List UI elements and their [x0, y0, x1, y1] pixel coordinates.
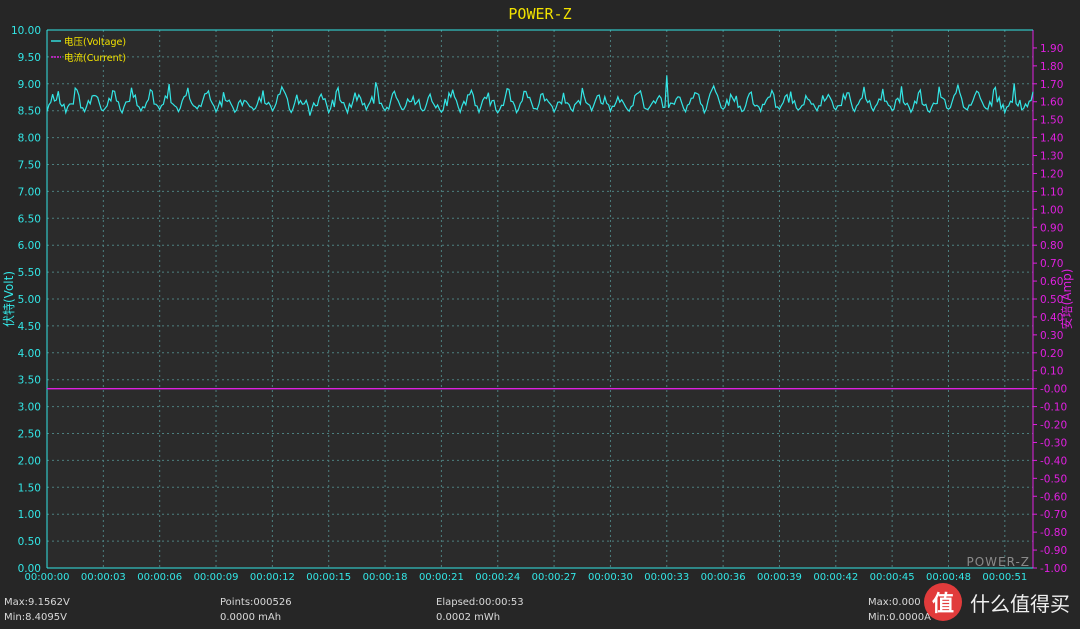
y2-tick-label: -0.70: [1040, 509, 1067, 521]
y-tick-label: 0.50: [18, 536, 41, 548]
plot-logo-watermark: POWER-Z: [966, 555, 1030, 569]
y-tick-label: 2.00: [18, 455, 41, 467]
y-tick-label: 8.50: [18, 106, 41, 118]
y-tick-label: 10.00: [11, 25, 41, 37]
y-tick-label: 9.00: [18, 79, 41, 91]
y-axis-title: 伏特(Volt): [1, 271, 16, 327]
y2-tick-label: -0.60: [1040, 491, 1067, 503]
x-tick-label: 00:00:15: [306, 572, 351, 583]
y2-tick-label: -0.10: [1040, 402, 1067, 414]
y2-tick-label: 1.80: [1040, 61, 1063, 73]
chart-title: POWER-Z: [508, 5, 571, 23]
y2-tick-label: 1.10: [1040, 186, 1063, 198]
y-tick-label: 5.00: [18, 294, 41, 306]
y2-tick-label: 0.30: [1040, 330, 1063, 342]
y2-tick-label: 1.70: [1040, 79, 1063, 91]
x-tick-label: 00:00:00: [25, 572, 70, 583]
footer-max-current: Max:0.000: [868, 597, 921, 608]
site-watermark: 值 什么值得买: [924, 581, 1074, 623]
x-tick-label: 00:00:09: [194, 572, 239, 583]
chart: 0.000.501.001.502.002.503.003.504.004.50…: [1, 5, 1074, 583]
site-name: 什么值得买: [970, 591, 1070, 616]
footer-mwh: 0.0002 mWh: [436, 612, 501, 623]
y2-tick-label: 1.90: [1040, 43, 1063, 55]
footer-points: Points:000526: [220, 597, 292, 608]
footer-min-voltage: Min:8.4095V: [4, 612, 67, 623]
y-tick-label: 4.00: [18, 348, 41, 360]
footer-mah: 0.0000 mAh: [220, 612, 282, 623]
site-logo-icon: 值: [924, 583, 962, 621]
x-tick-label: 00:00:42: [813, 572, 858, 583]
x-tick-label: 00:00:18: [363, 572, 408, 583]
y2-axis-title: 安培(Amp): [1059, 269, 1074, 330]
y2-tick-label: 0.80: [1040, 240, 1063, 252]
y-tick-label: 9.50: [18, 52, 41, 64]
x-tick-label: 00:00:33: [644, 572, 689, 583]
y2-tick-label: 0.20: [1040, 348, 1063, 360]
y-tick-label: 8.00: [18, 133, 41, 145]
y2-tick-label: 0.90: [1040, 222, 1063, 234]
y-tick-label: 1.00: [18, 509, 41, 521]
y2-tick-label: 0.10: [1040, 366, 1063, 378]
y-tick-label: 3.50: [18, 375, 41, 387]
legend-label-current: 电流(Current): [64, 52, 126, 64]
x-tick-label: 00:00:36: [701, 572, 746, 583]
y2-tick-label: -0.30: [1040, 437, 1067, 449]
y-tick-label: 1.50: [18, 482, 41, 494]
y-tick-label: 5.50: [18, 267, 41, 279]
y2-tick-label: -0.80: [1040, 527, 1067, 539]
footer-elapsed: Elapsed:00:00:53: [436, 597, 524, 608]
y-tick-label: 2.50: [18, 429, 41, 441]
x-tick-label: 00:00:06: [137, 572, 182, 583]
y2-tick-label: 1.50: [1040, 115, 1063, 127]
y2-tick-label: 1.60: [1040, 97, 1063, 109]
x-tick-label: 00:00:24: [475, 572, 520, 583]
x-tick-label: 00:00:45: [870, 572, 915, 583]
footer-min-current: Min:0.0000A: [868, 612, 931, 623]
y2-tick-label: -0.90: [1040, 545, 1067, 557]
legend-label-voltage: 电压(Voltage): [64, 36, 126, 48]
y2-tick-label: 0.70: [1040, 258, 1063, 270]
y2-tick-label: 1.40: [1040, 133, 1063, 145]
y2-tick-label: -0.00: [1040, 384, 1067, 396]
y2-tick-label: -0.40: [1040, 455, 1067, 467]
y-tick-label: 6.00: [18, 240, 41, 252]
y2-tick-label: -1.00: [1040, 563, 1067, 575]
y-tick-label: 6.50: [18, 213, 41, 225]
y2-tick-label: 1.30: [1040, 151, 1063, 163]
y2-tick-label: 1.20: [1040, 168, 1063, 180]
y-tick-label: 7.50: [18, 160, 41, 172]
y-tick-label: 4.50: [18, 321, 41, 333]
footer-max-voltage: Max:9.1562V: [4, 597, 70, 608]
y-tick-label: 3.00: [18, 402, 41, 414]
y-tick-label: 7.00: [18, 186, 41, 198]
x-tick-label: 00:00:12: [250, 572, 295, 583]
x-tick-label: 00:00:21: [419, 572, 464, 583]
y2-tick-label: -0.20: [1040, 420, 1067, 432]
x-tick-label: 00:00:39: [757, 572, 802, 583]
plot-area: [47, 30, 1033, 568]
y2-tick-label: -0.50: [1040, 473, 1067, 485]
x-tick-label: 00:00:27: [532, 572, 577, 583]
x-tick-label: 00:00:30: [588, 572, 633, 583]
y2-tick-label: 1.00: [1040, 204, 1063, 216]
x-tick-label: 00:00:03: [81, 572, 126, 583]
